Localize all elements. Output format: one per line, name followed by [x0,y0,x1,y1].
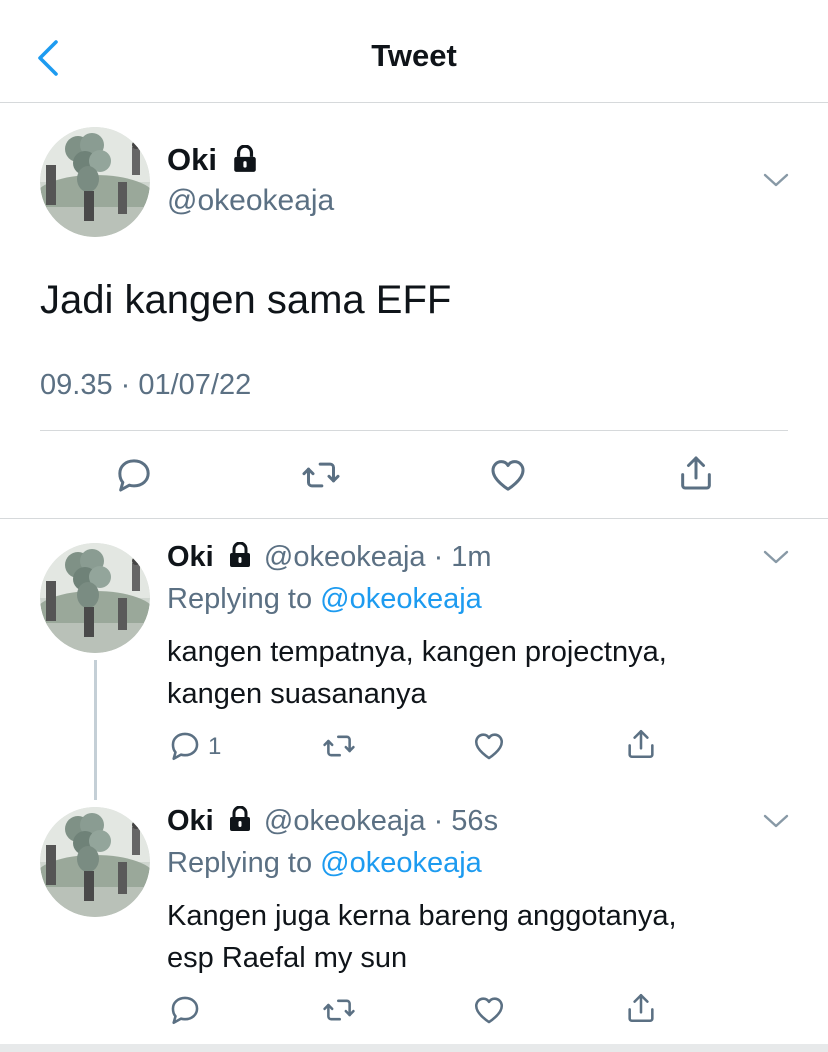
reply-button[interactable] [168,993,202,1032]
tweet-timestamp[interactable]: 09.35 · 01/07/22 [40,367,251,403]
like-icon [472,993,506,1027]
reply-header: Oki @okeokeaja · 56s [167,803,498,839]
reply-text-line: Kangen juga kerna bareng anggotanya, [167,900,677,932]
author-display-name: Oki [167,142,217,177]
bottom-divider [0,1044,828,1052]
tweet-text: Jadi kangen sama EFF [40,278,452,322]
author-handle[interactable]: @okeokeaja [264,805,426,837]
avatar[interactable] [40,543,150,653]
share-icon [624,727,658,761]
lock-icon [228,806,252,832]
top-nav-bar: Tweet [0,0,828,103]
replying-to-link[interactable]: @okeokeaja [320,583,482,615]
avatar[interactable] [40,127,150,237]
retweet-button[interactable] [322,993,356,1032]
replying-to-label: Replying to [167,583,313,615]
reply-button[interactable] [114,455,154,500]
reply-icon [168,993,202,1027]
reply-icon [114,455,154,495]
author-handle[interactable]: @okeokeaja [167,183,334,219]
more-options-button[interactable] [762,547,790,567]
like-button[interactable] [472,729,506,768]
divider [40,430,788,431]
share-icon [624,991,658,1025]
lock-icon [232,145,258,173]
share-icon [676,453,716,493]
author-name[interactable]: Oki [167,142,258,178]
replying-to-link[interactable]: @okeokeaja [320,847,482,879]
reply-header: Oki @okeokeaja · 1m [167,539,492,575]
replying-to: Replying to @okeokeaja [167,845,482,881]
reply-button[interactable]: 1 [168,729,221,768]
reply-count: 1 [208,733,222,760]
retweet-icon [301,455,341,495]
reply-time: · 56s [433,805,499,837]
like-icon [472,729,506,763]
reply-text-line: kangen suasananya [167,678,427,710]
author-display-name[interactable]: Oki [167,541,214,573]
like-icon [488,455,528,495]
reply-text-line: esp Raefal my sun [167,942,408,974]
page-title: Tweet [371,38,457,73]
retweet-button[interactable] [322,729,356,768]
chevron-down-icon [762,547,790,567]
retweet-icon [322,729,356,763]
like-button[interactable] [488,455,528,500]
author-display-name[interactable]: Oki [167,805,214,837]
reply-text: Kangen juga kerna bareng anggotanya, esp… [167,895,787,979]
retweet-icon [322,993,356,1027]
share-button[interactable] [624,991,658,1030]
more-options-button[interactable] [762,170,790,190]
replying-to: Replying to @okeokeaja [167,581,482,617]
lock-icon [228,542,252,568]
reply-text-line: kangen tempatnya, kangen projectnya, [167,636,667,668]
like-button[interactable] [472,993,506,1032]
section-divider [0,518,828,519]
chevron-down-icon [762,811,790,831]
reply-text: kangen tempatnya, kangen projectnya, kan… [167,631,787,715]
retweet-button[interactable] [301,455,341,500]
share-button[interactable] [624,727,658,766]
thread-connector-line [94,660,97,800]
reply-time: · 1m [433,541,492,573]
reply-icon [168,729,202,763]
more-options-button[interactable] [762,811,790,831]
replying-to-label: Replying to [167,847,313,879]
chevron-down-icon [762,170,790,190]
author-handle[interactable]: @okeokeaja [264,541,426,573]
avatar[interactable] [40,807,150,917]
share-button[interactable] [676,453,716,498]
